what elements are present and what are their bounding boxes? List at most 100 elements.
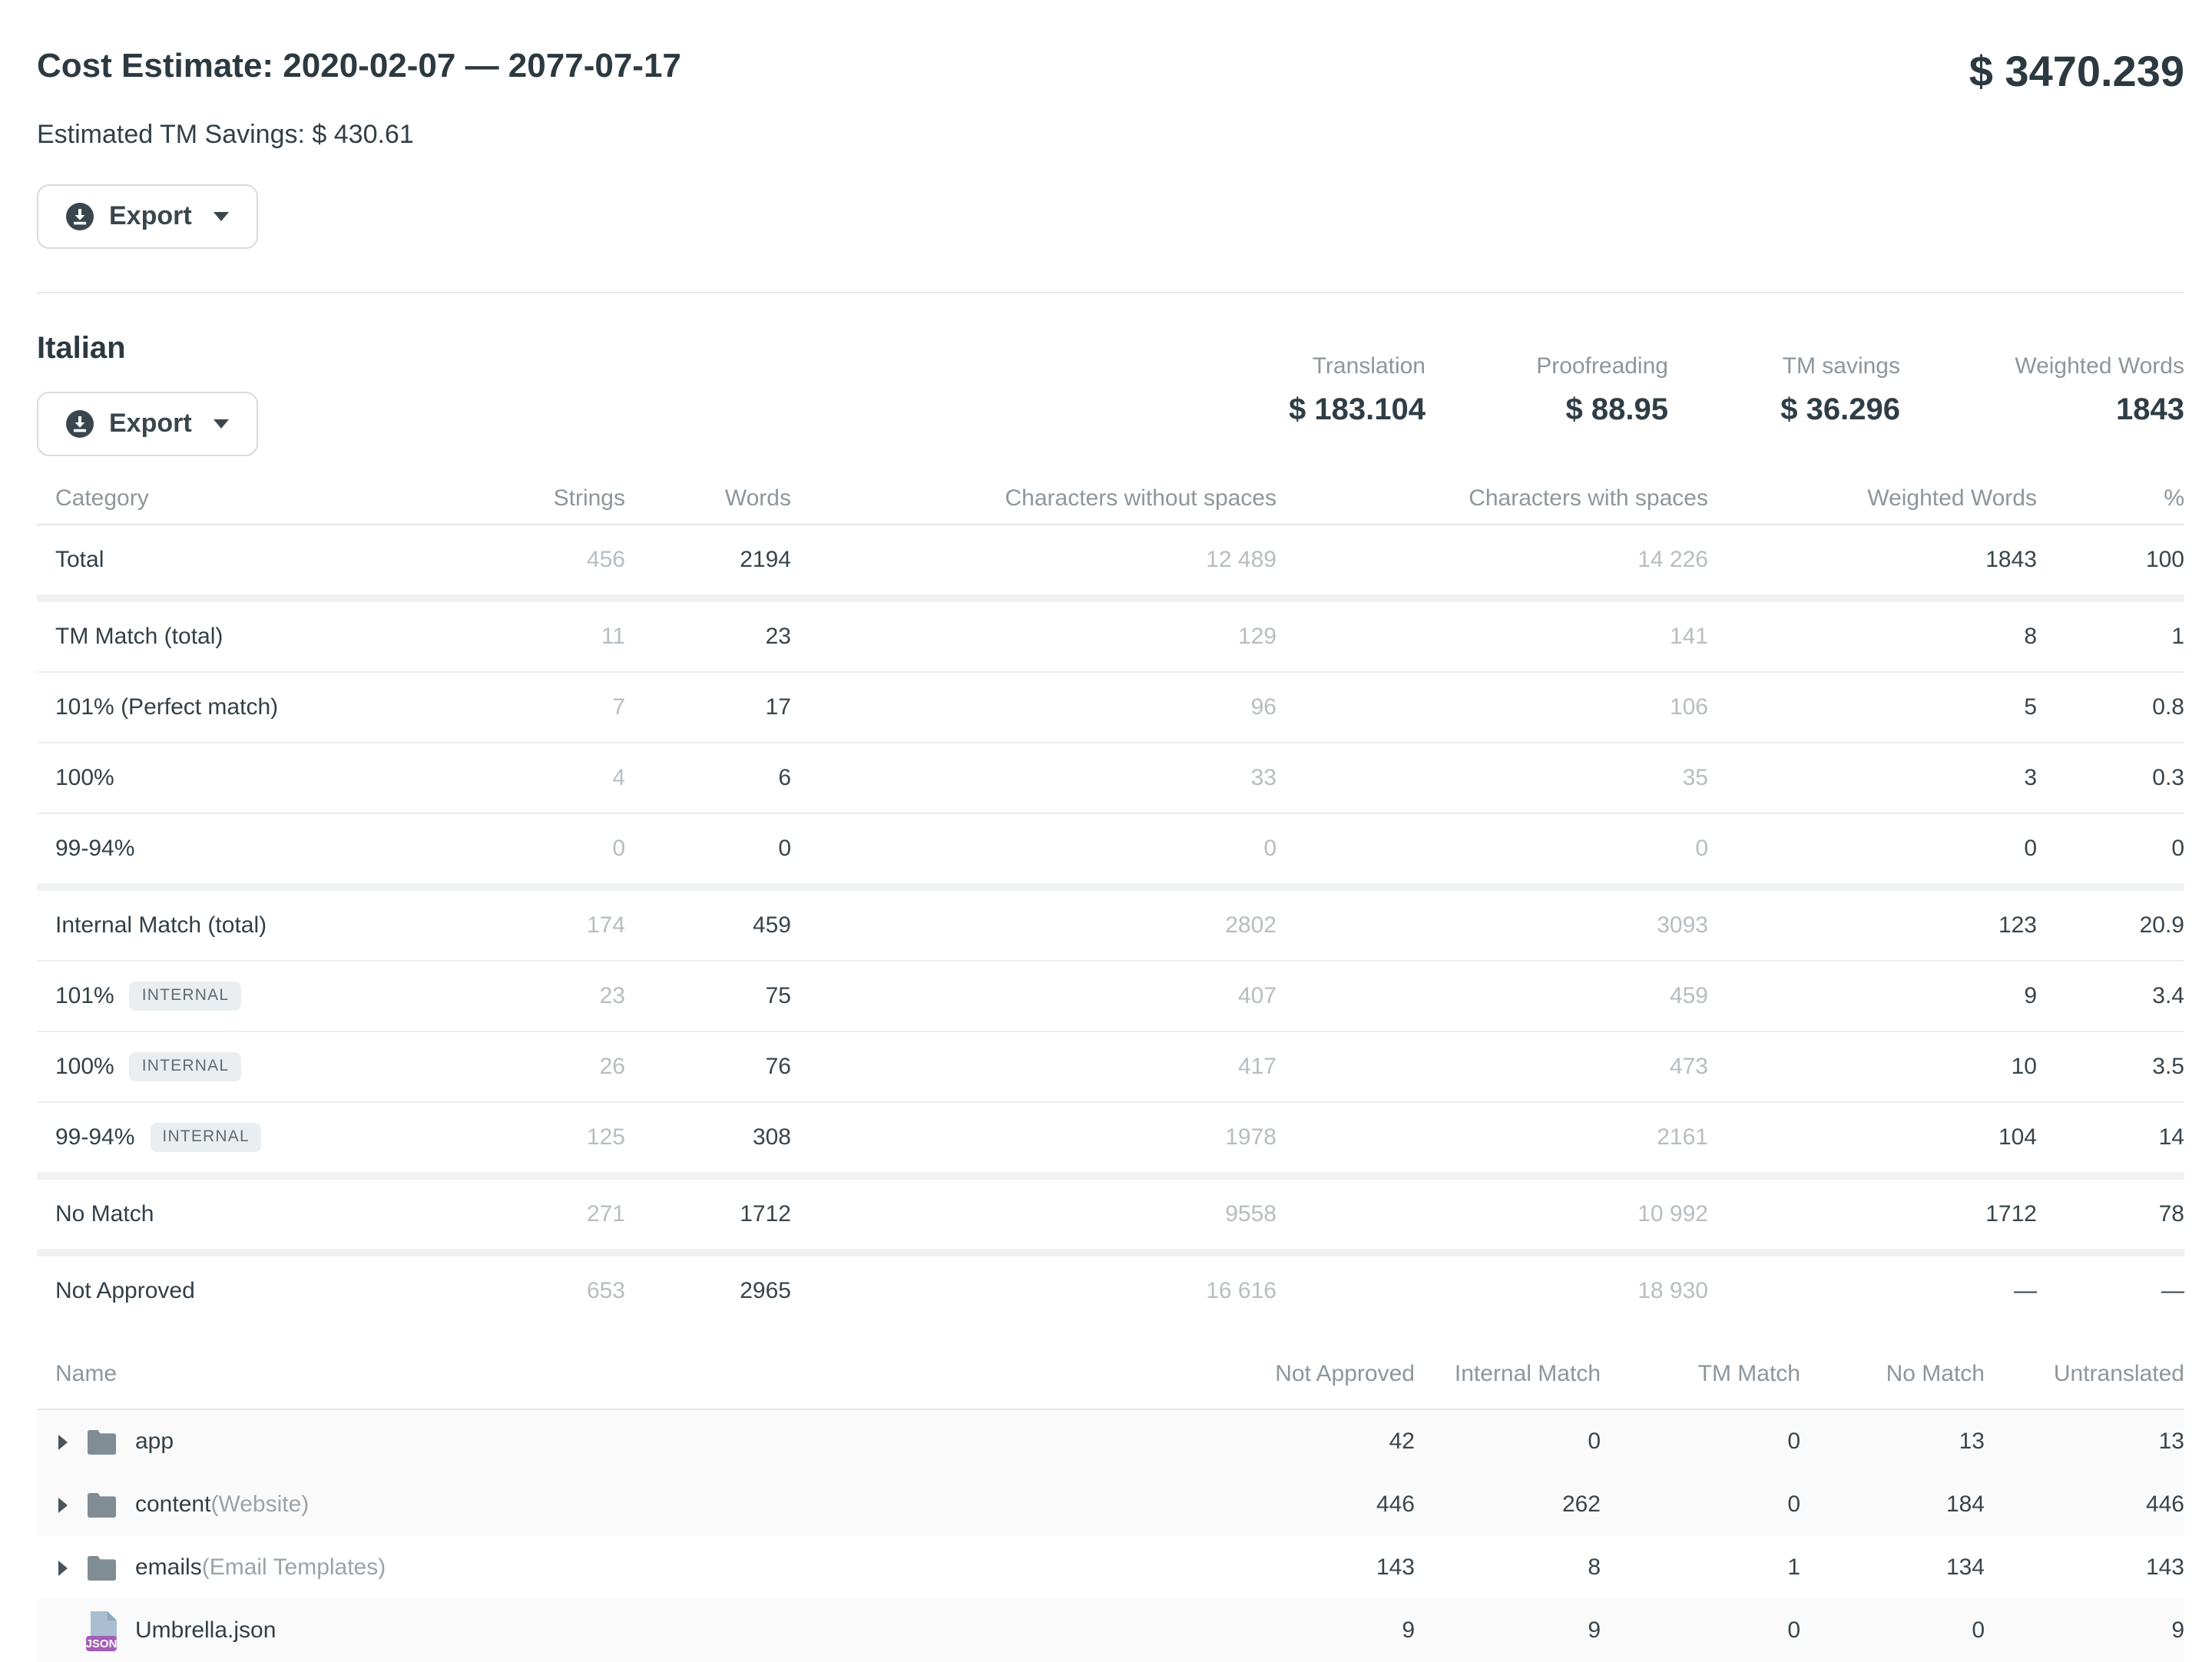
category-group-total: Total 456 2194 12 489 14 226 1843 100 [37, 525, 2184, 594]
file-row-umbrella-json[interactable]: JSON Umbrella.json 9 9 0 0 9 [37, 1599, 2184, 1662]
category-label: Not Approved [55, 1278, 195, 1304]
stat-label: Weighted Words [1900, 352, 2184, 382]
category-group-not-approved: Not Approved 653 2965 16 616 18 930 — — [37, 1249, 2184, 1326]
not-approved-value: 143 [1214, 1554, 1415, 1581]
col-untranslated: Untranslated [1985, 1360, 2184, 1386]
weighted-value: 1712 [1708, 1201, 2037, 1227]
chars-spaces-value: 3093 [1277, 912, 1708, 939]
words-value: 75 [625, 983, 791, 1009]
stat-translation: Translation $ 183.104 [1226, 352, 1426, 430]
col-category: Category [37, 485, 495, 511]
download-icon [66, 203, 94, 230]
not-approved-value: 9 [1214, 1617, 1415, 1644]
expand-caret-icon[interactable] [58, 1560, 74, 1575]
percent-value: 0.8 [2037, 694, 2184, 720]
chars-spaces-value: 35 [1277, 765, 1708, 791]
not-approved-value: 42 [1214, 1429, 1415, 1455]
strings-value: 26 [495, 1054, 625, 1080]
words-value: 17 [625, 694, 791, 720]
table-row: 100% 4 6 33 35 3 0.3 [37, 742, 2184, 813]
file-name: content [135, 1491, 210, 1518]
col-strings: Strings [495, 485, 625, 511]
stat-proofreading: Proofreading $ 88.95 [1426, 352, 1668, 430]
category-label: 99-94% [55, 1124, 134, 1150]
weighted-value: 0 [1708, 836, 2037, 862]
file-row-content[interactable]: content (Website) 446 262 0 184 446 [37, 1473, 2184, 1536]
percent-value: 20.9 [2037, 912, 2184, 939]
folder-icon [86, 1422, 120, 1462]
chars-spaces-value: 14 226 [1277, 547, 1708, 573]
svg-text:JSON: JSON [86, 1637, 117, 1650]
strings-value: 125 [495, 1124, 625, 1150]
chars-spaces-value: 2161 [1277, 1124, 1708, 1150]
tm-match-value: 0 [1601, 1429, 1800, 1455]
chars-no-spaces-value: 1978 [791, 1124, 1277, 1150]
no-match-value: 0 [1800, 1617, 1985, 1644]
col-no-match: No Match [1800, 1360, 1985, 1386]
percent-value: 3.5 [2037, 1054, 2184, 1080]
percent-value: 1 [2037, 624, 2184, 650]
export-button-label: Export [109, 409, 192, 439]
weighted-value: 1843 [1708, 547, 2037, 573]
internal-match-value: 8 [1415, 1554, 1601, 1581]
col-internal-match: Internal Match [1415, 1360, 1601, 1386]
col-words: Words [625, 485, 791, 511]
col-chars-spaces: Characters with spaces [1277, 485, 1708, 511]
chars-spaces-value: 0 [1277, 836, 1708, 862]
col-name: Name [37, 1360, 1214, 1386]
expand-caret-icon[interactable] [58, 1434, 74, 1449]
page-title: Cost Estimate: 2020-02-07 — 2077-07-17 [37, 43, 681, 89]
words-value: 1712 [625, 1201, 791, 1227]
category-group-tm-match: TM Match (total) 11 23 129 141 8 1 101% … [37, 594, 2184, 883]
folder-icon [86, 1548, 120, 1588]
chars-no-spaces-value: 417 [791, 1054, 1277, 1080]
untranslated-value: 9 [1985, 1617, 2184, 1644]
language-section-header: Italian Export Translation [37, 327, 2184, 456]
strings-value: 174 [495, 912, 625, 939]
language-export-button[interactable]: Export [37, 392, 258, 456]
table-row: Not Approved 653 2965 16 616 18 930 — — [37, 1256, 2184, 1326]
table-row: Total 456 2194 12 489 14 226 1843 100 [37, 525, 2184, 594]
category-group-internal-match: Internal Match (total) 174 459 2802 3093… [37, 883, 2184, 1172]
file-row-emails[interactable]: emails (Email Templates) 143 8 1 134 143 [37, 1536, 2184, 1599]
table-row: 99-94% INTERNAL 125 308 1978 2161 104 14 [37, 1101, 2184, 1172]
chars-spaces-value: 106 [1277, 694, 1708, 720]
file-suffix: (Email Templates) [202, 1554, 386, 1581]
no-match-value: 134 [1800, 1554, 1985, 1581]
untranslated-value: 446 [1985, 1491, 2184, 1518]
chars-no-spaces-value: 407 [791, 983, 1277, 1009]
internal-match-value: 9 [1415, 1617, 1601, 1644]
stat-value: $ 88.95 [1426, 390, 1668, 430]
file-name: emails [135, 1554, 202, 1581]
stat-label: TM savings [1668, 352, 1900, 382]
strings-value: 7 [495, 694, 625, 720]
internal-badge: INTERNAL [150, 1123, 261, 1152]
chars-no-spaces-value: 9558 [791, 1201, 1277, 1227]
untranslated-value: 13 [1985, 1429, 2184, 1455]
words-value: 459 [625, 912, 791, 939]
table-row: TM Match (total) 11 23 129 141 8 1 [37, 602, 2184, 671]
tm-savings-subtitle: Estimated TM Savings: $ 430.61 [37, 117, 2184, 154]
stat-weighted-words: Weighted Words 1843 [1900, 352, 2184, 430]
chars-no-spaces-value: 129 [791, 624, 1277, 650]
grand-total-amount: $ 3470.239 [1969, 46, 2184, 98]
file-row-app[interactable]: app 42 0 0 13 13 [37, 1410, 2184, 1473]
category-label: 100% [55, 1054, 114, 1080]
category-table-header: Category Strings Words Characters withou… [37, 472, 2184, 525]
strings-value: 11 [495, 624, 625, 650]
strings-value: 4 [495, 765, 625, 791]
strings-value: 653 [495, 1278, 625, 1304]
stat-label: Translation [1226, 352, 1426, 382]
percent-value: 0 [2037, 836, 2184, 862]
category-label: No Match [55, 1201, 154, 1227]
col-chars-no-spaces: Characters without spaces [791, 485, 1277, 511]
expand-caret-icon[interactable] [58, 1497, 74, 1512]
export-button[interactable]: Export [37, 184, 258, 249]
download-icon [66, 410, 94, 438]
export-button-label: Export [109, 201, 192, 232]
strings-value: 456 [495, 547, 625, 573]
tm-match-value: 0 [1601, 1617, 1800, 1644]
not-approved-value: 446 [1214, 1491, 1415, 1518]
chars-no-spaces-value: 16 616 [791, 1278, 1277, 1304]
stat-value: 1843 [1900, 390, 2184, 430]
